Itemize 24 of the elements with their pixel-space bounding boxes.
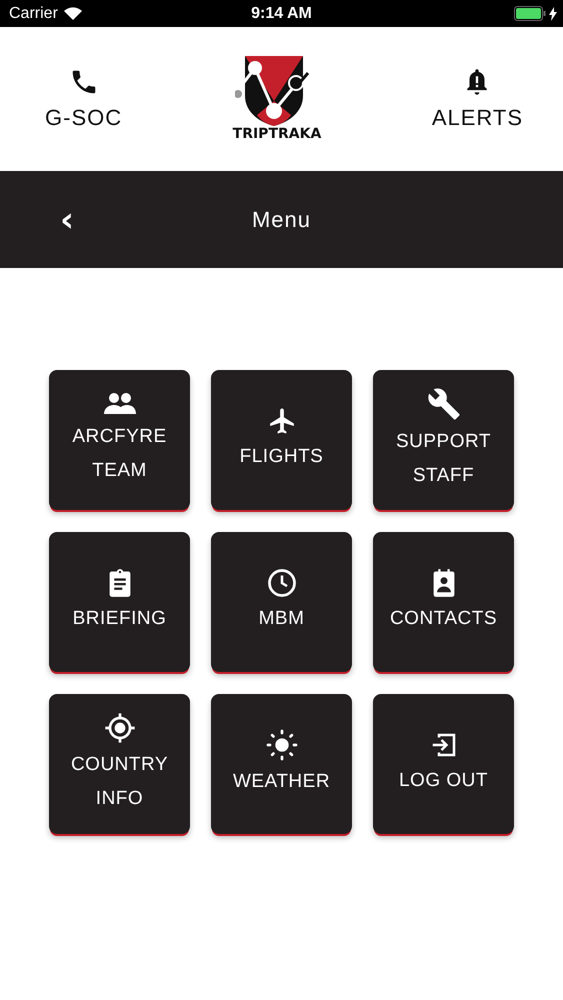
wrench-icon [426,387,460,421]
nav-title: Menu [252,206,312,232]
sun-icon [266,729,298,761]
menu-tile[interactable]: CONTACTS [373,532,514,672]
menu-tile[interactable]: MBM [211,532,352,672]
menu-tile[interactable]: FLIGHTS [211,370,352,510]
charging-icon [549,6,557,20]
menu-tile[interactable]: WEATHER [211,694,352,834]
wifi-icon [64,7,82,20]
menu-tile[interactable]: BRIEFING [49,532,190,672]
battery-icon [514,6,546,21]
menu-tile[interactable]: SUPPORT STAFF [373,370,514,510]
clock-icon [266,568,296,598]
g-soc-button[interactable]: G-SOC [45,67,122,131]
menu-tile[interactable]: LOG OUT [373,694,514,834]
back-button[interactable]: ‹ [56,202,78,236]
carrier-label: Carrier [9,4,58,22]
people-icon [102,392,136,416]
target-icon [104,712,136,744]
status-time: 9:14 AM [251,4,312,22]
logo-text: TRIPTRAKA [232,126,322,142]
menu-tile[interactable]: ARCFYRE TEAM [49,370,190,510]
menu-tile[interactable]: COUNTRY INFO [49,694,190,834]
alerts-button[interactable]: ALERTS [432,67,523,131]
